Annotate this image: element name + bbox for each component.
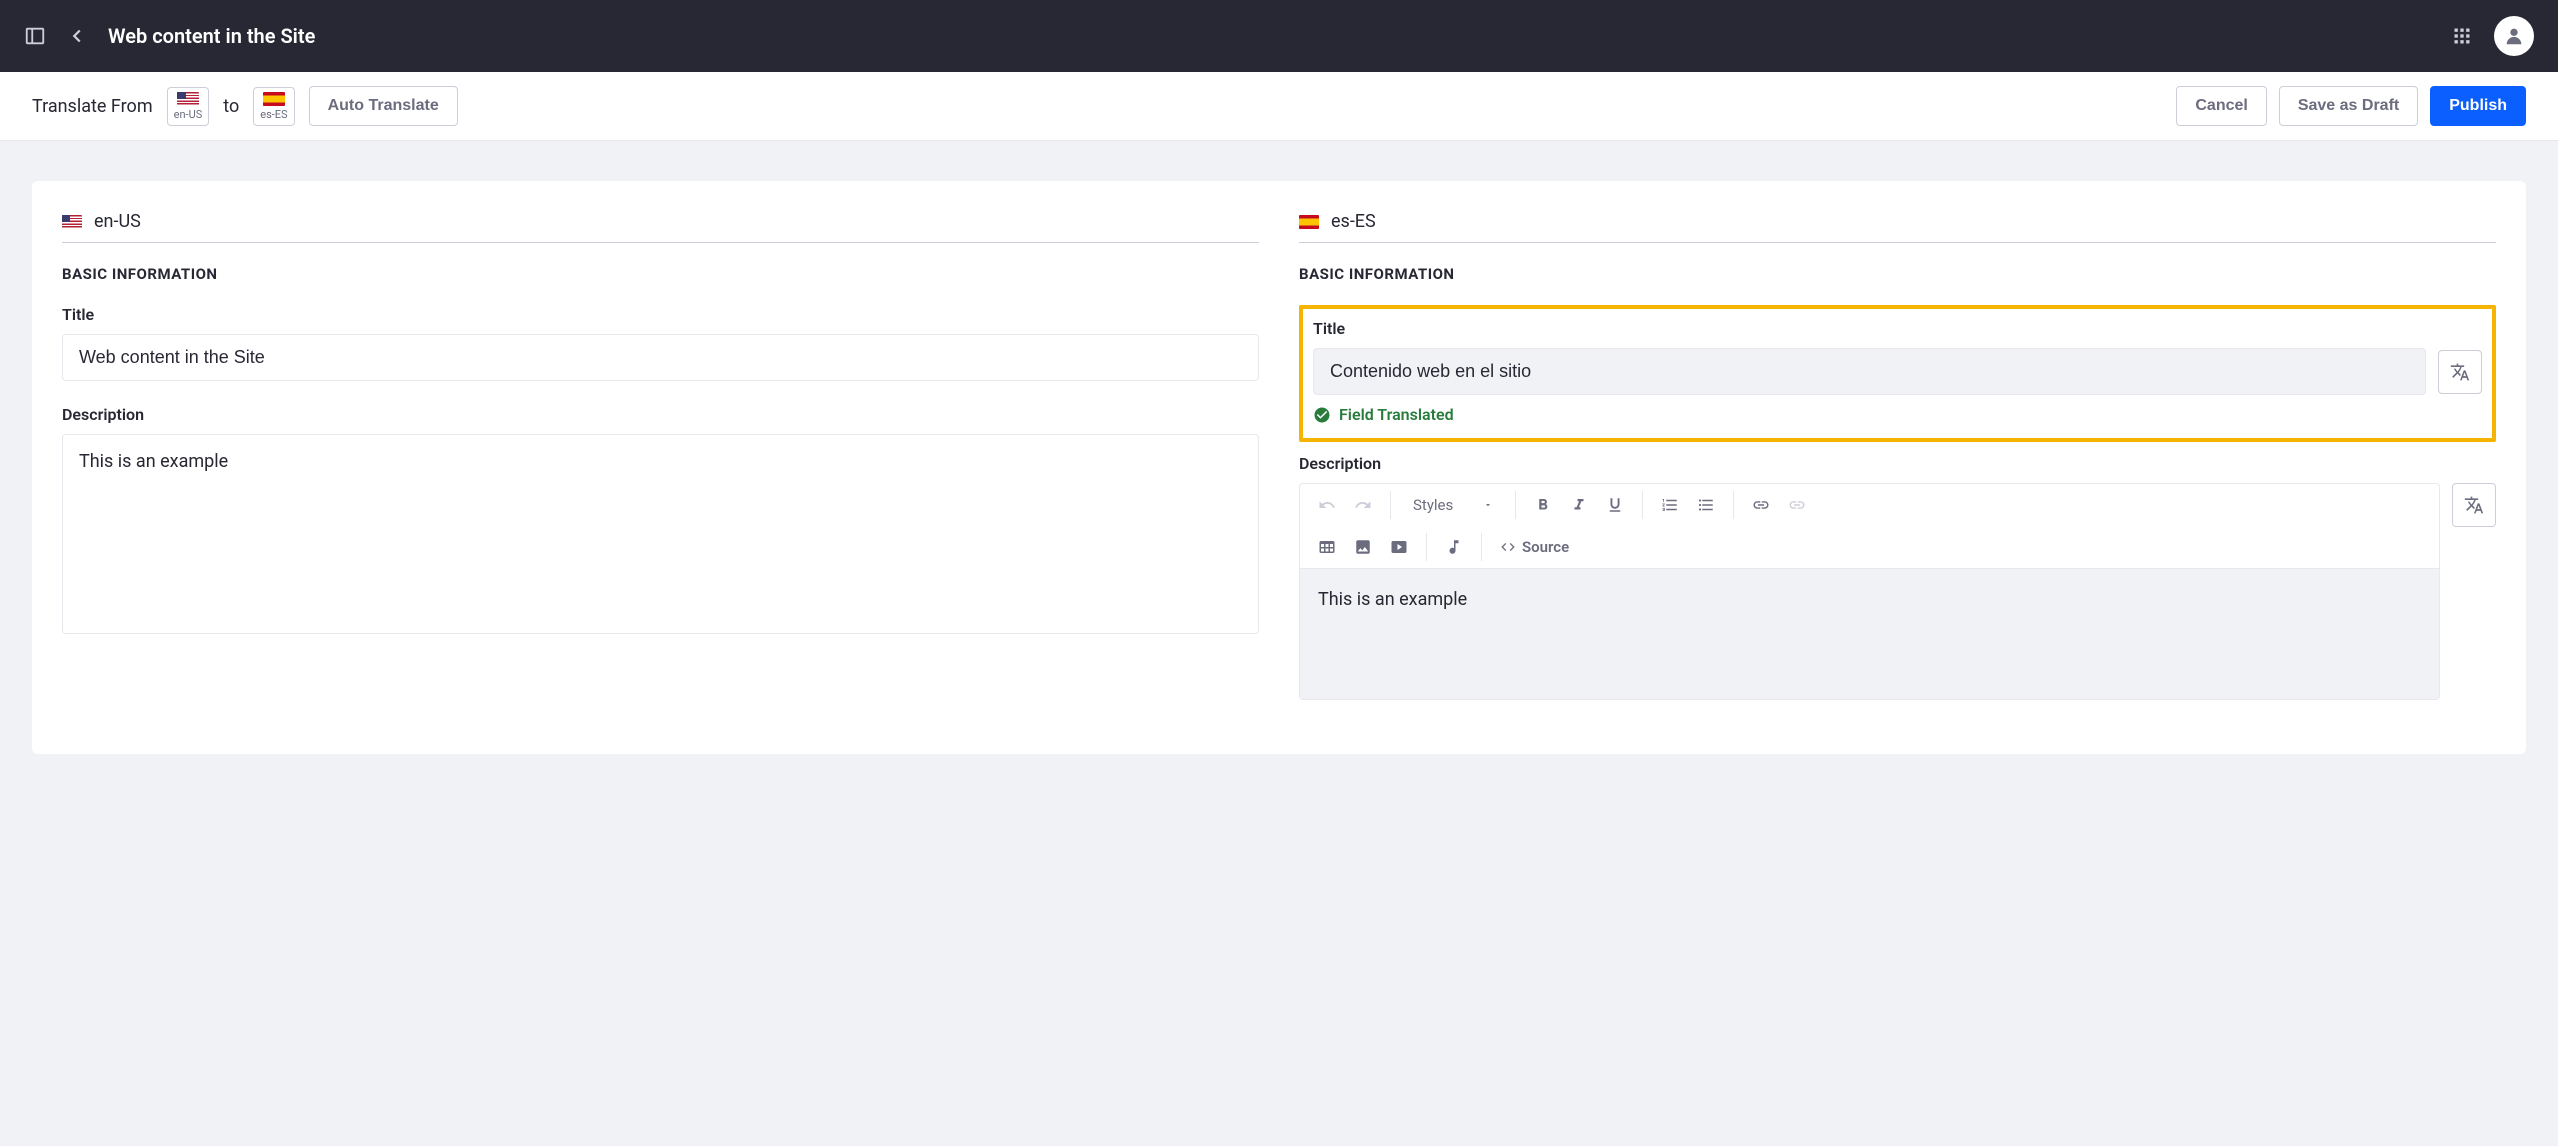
target-description-label: Description: [1299, 454, 2496, 473]
from-lang-selector[interactable]: en-US: [167, 87, 210, 126]
us-flag-icon: [177, 92, 199, 106]
source-label: Source: [1522, 538, 1569, 556]
source-lang-header: en-US: [62, 211, 1259, 243]
to-lang-code: es-ES: [260, 108, 287, 121]
user-avatar[interactable]: [2494, 16, 2534, 56]
source-button[interactable]: Source: [1492, 532, 1577, 562]
undo-button[interactable]: [1310, 490, 1344, 520]
editor-toolbar: Styles: [1300, 484, 2439, 569]
redo-icon: [1354, 496, 1372, 514]
translation-toolbar: Translate From en-US to es-ES Auto Trans…: [0, 72, 2558, 141]
translate-title-button[interactable]: [2438, 350, 2482, 394]
field-translated-text: Field Translated: [1339, 405, 1454, 424]
ordered-list-button[interactable]: [1653, 490, 1687, 520]
underline-button[interactable]: [1598, 490, 1632, 520]
audio-button[interactable]: [1437, 532, 1471, 562]
to-label: to: [223, 96, 239, 117]
page-title: Web content in the Site: [108, 24, 315, 48]
from-lang-code: en-US: [174, 108, 203, 121]
auto-translate-button[interactable]: Auto Translate: [309, 86, 458, 126]
target-column: es-ES Basic Information Title Field Tran…: [1299, 211, 2496, 724]
source-title-label: Title: [62, 305, 1259, 324]
us-flag-icon: [62, 215, 82, 229]
apps-grid-icon[interactable]: [2452, 26, 2472, 46]
table-button[interactable]: [1310, 532, 1344, 562]
unlink-icon: [1788, 496, 1806, 514]
back-icon[interactable]: [66, 25, 88, 47]
undo-icon: [1318, 496, 1336, 514]
bold-button[interactable]: [1526, 490, 1560, 520]
translate-from-label: Translate From: [32, 96, 153, 117]
field-translated-status: Field Translated: [1313, 405, 2482, 424]
video-icon: [1390, 538, 1408, 556]
translate-icon: [2464, 495, 2484, 515]
source-section-title: Basic Information: [62, 265, 1259, 283]
code-icon: [1500, 539, 1516, 555]
table-icon: [1318, 538, 1336, 556]
title-highlight: Title Field Translated: [1299, 305, 2496, 442]
save-draft-button[interactable]: Save as Draft: [2279, 86, 2418, 126]
target-title-input[interactable]: [1313, 348, 2426, 395]
italic-icon: [1570, 496, 1588, 514]
audio-icon: [1445, 538, 1463, 556]
target-title-label: Title: [1313, 319, 2482, 338]
bold-icon: [1534, 496, 1552, 514]
underline-icon: [1606, 496, 1624, 514]
es-flag-icon: [1299, 215, 1319, 229]
source-description-box: This is an example: [62, 434, 1259, 634]
check-circle-icon: [1313, 406, 1331, 424]
panel-toggle-icon[interactable]: [24, 25, 46, 47]
link-button[interactable]: [1744, 490, 1778, 520]
target-lang-code: es-ES: [1331, 211, 1376, 232]
unordered-list-button[interactable]: [1689, 490, 1723, 520]
unlink-button[interactable]: [1780, 490, 1814, 520]
styles-label: Styles: [1413, 496, 1453, 514]
video-button[interactable]: [1382, 532, 1416, 562]
source-column: en-US Basic Information Title Descriptio…: [62, 211, 1259, 724]
rich-text-editor: Styles: [1299, 483, 2440, 700]
editor-content[interactable]: This is an example: [1300, 569, 2439, 699]
to-lang-selector[interactable]: es-ES: [253, 87, 294, 126]
link-icon: [1752, 496, 1770, 514]
translation-panel: en-US Basic Information Title Descriptio…: [32, 181, 2526, 754]
cancel-button[interactable]: Cancel: [2176, 86, 2266, 126]
italic-button[interactable]: [1562, 490, 1596, 520]
image-button[interactable]: [1346, 532, 1380, 562]
ordered-list-icon: [1661, 496, 1679, 514]
source-lang-code: en-US: [94, 211, 141, 232]
image-icon: [1354, 538, 1372, 556]
app-header: Web content in the Site: [0, 0, 2558, 72]
publish-button[interactable]: Publish: [2430, 86, 2526, 126]
redo-button[interactable]: [1346, 490, 1380, 520]
caret-down-icon: [1483, 500, 1493, 510]
es-flag-icon: [263, 92, 285, 106]
styles-dropdown[interactable]: Styles: [1401, 490, 1505, 520]
source-description-label: Description: [62, 405, 1259, 424]
source-title-input: [62, 334, 1259, 381]
translate-description-button[interactable]: [2452, 483, 2496, 527]
unordered-list-icon: [1697, 496, 1715, 514]
translate-icon: [2450, 362, 2470, 382]
target-section-title: Basic Information: [1299, 265, 2496, 283]
target-lang-header: es-ES: [1299, 211, 2496, 243]
